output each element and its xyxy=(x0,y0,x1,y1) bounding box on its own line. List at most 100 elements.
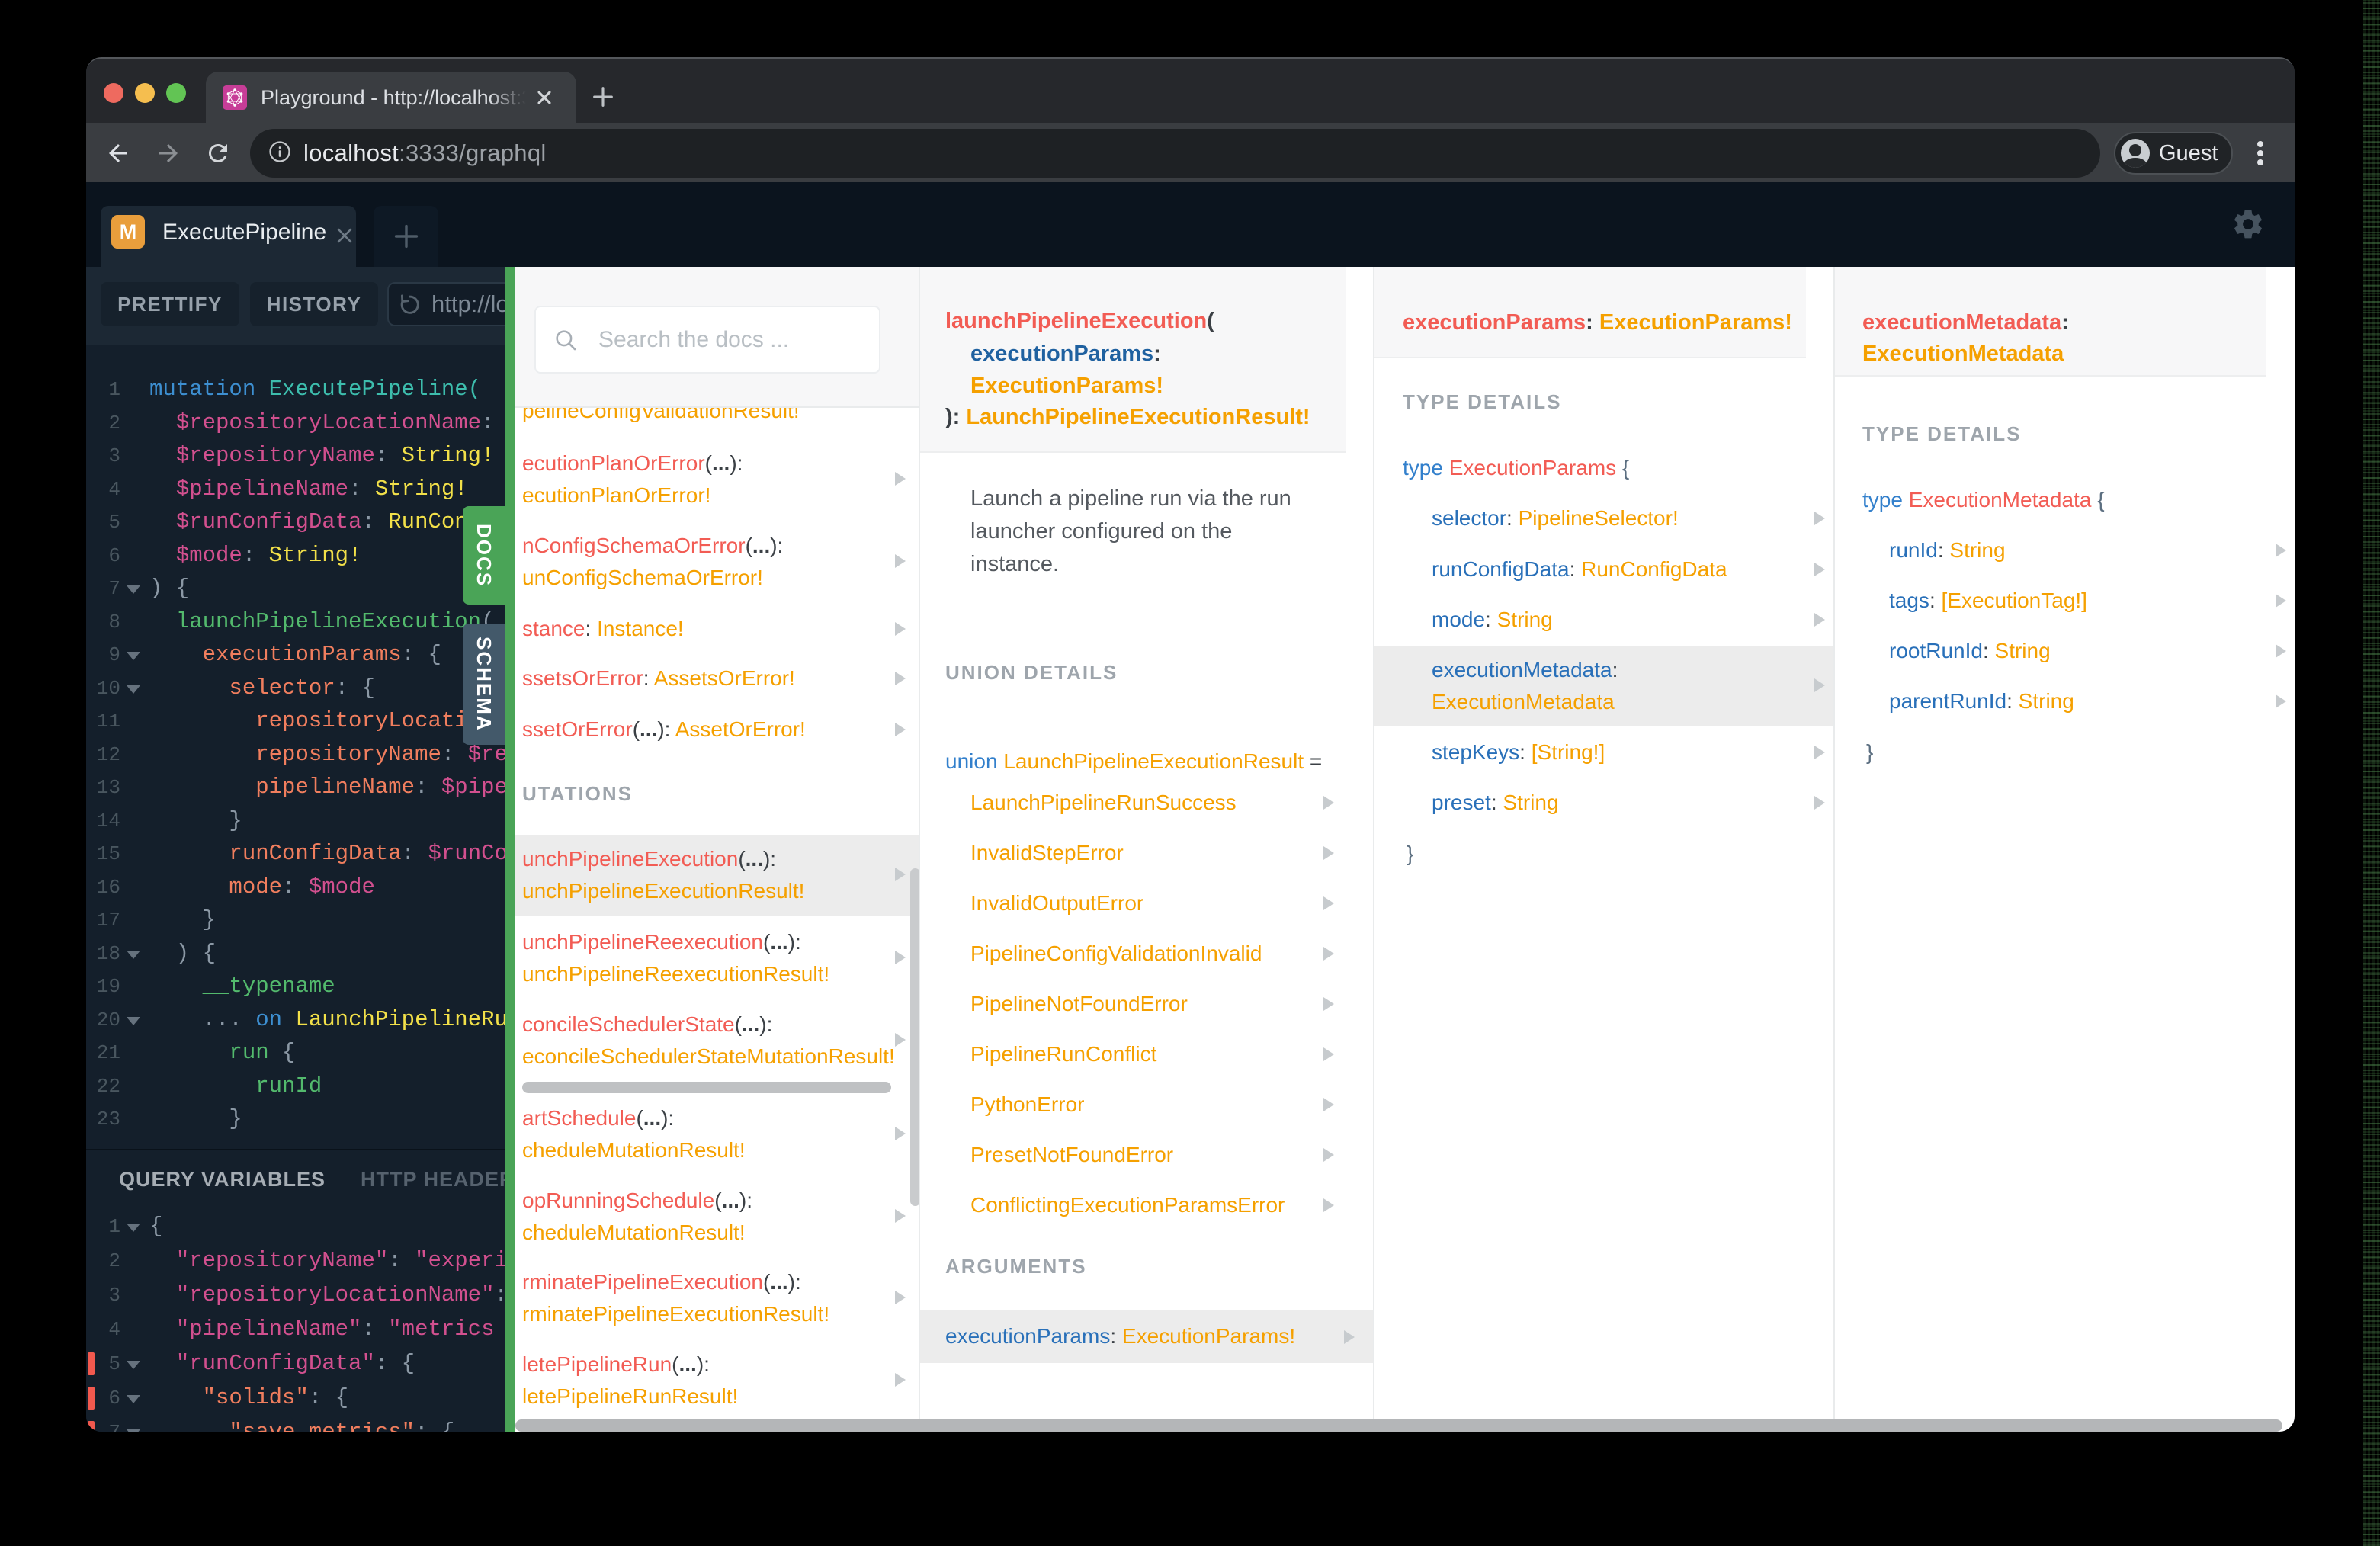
union-member-InvalidOutputError[interactable]: InvalidOutputError xyxy=(920,887,1373,919)
browser-tab[interactable]: Playground - http://localhost:3 xyxy=(206,72,576,123)
type-field-row[interactable]: preset: String xyxy=(1374,778,1833,827)
editor-line[interactable]: 3 "repositoryLocationName": xyxy=(86,1278,505,1312)
tab-query-variables[interactable]: QUERY VARIABLES xyxy=(119,1150,326,1205)
fold-arrow-icon[interactable] xyxy=(127,1016,140,1025)
editor-line[interactable]: 21 run { xyxy=(86,1036,505,1070)
docs-item-assetsOrError[interactable]: ssetsOrError: AssetsOrError! xyxy=(515,654,919,703)
variables-code-area[interactable]: 1{2 "repositoryName": "experi 3 "reposito… xyxy=(86,1204,505,1432)
union-member-PythonError[interactable]: PythonError xyxy=(920,1089,1373,1121)
type-field-row[interactable]: rootRunId: String xyxy=(1835,627,2295,675)
editor-line[interactable]: 6 $mode: String! xyxy=(86,539,505,573)
docs-horizontal-scrollbar[interactable] xyxy=(515,1419,2282,1432)
type-field-row[interactable]: tags: [ExecutionTag!] xyxy=(1835,576,2295,625)
traffic-light-minimize-icon[interactable] xyxy=(135,83,155,103)
editor-line[interactable]: 8 launchPipelineExecution( xyxy=(86,605,505,639)
editor-line[interactable]: 19 __typename xyxy=(86,970,505,1003)
editor-line[interactable]: 4 $pipelineName: String! xyxy=(86,473,505,506)
editor-line[interactable]: 10 selector: { xyxy=(86,672,505,705)
editor-line[interactable]: 15 runConfigData: $runConfigData xyxy=(86,837,505,871)
editor-line[interactable]: 6 "solids": { xyxy=(86,1381,505,1415)
type-field-row[interactable]: parentRunId: String xyxy=(1835,677,2295,726)
type-field-row[interactable]: runId: String xyxy=(1835,526,2295,575)
fold-arrow-icon[interactable] xyxy=(127,950,140,959)
back-button[interactable] xyxy=(99,123,137,182)
type-field-row[interactable]: mode: String xyxy=(1374,595,1833,644)
editor-line[interactable]: 7) { xyxy=(86,572,505,605)
docs-item-launchPipelineExecution[interactable]: unchPipelineExecution(...): unchPipelineE… xyxy=(515,835,919,916)
editor-line[interactable]: 18 ) { xyxy=(86,937,505,970)
session-close-icon[interactable] xyxy=(333,224,356,247)
editor-line[interactable]: 3 $repositoryName: String! xyxy=(86,439,505,473)
editor-line[interactable]: 11 repositoryLocationName: $repositoryLo… xyxy=(86,704,505,738)
editor-line[interactable]: 2 $repositoryLocationName: xyxy=(86,406,505,440)
editor-line[interactable]: 2 "repositoryName": "experi xyxy=(86,1244,505,1278)
docs-item-deletePipelineRun[interactable]: letePipelineRun(...): letePipelineRunResu… xyxy=(515,1340,919,1421)
type-field-row[interactable]: executionMetadata: ExecutionMetadata xyxy=(1374,646,1833,726)
editor-line[interactable]: 14 } xyxy=(86,804,505,838)
new-tab-button[interactable] xyxy=(585,79,621,114)
browser-menu-icon[interactable] xyxy=(2251,135,2269,172)
fold-arrow-icon[interactable] xyxy=(127,1224,140,1232)
tab-http-headers[interactable]: HTTP HEADERS xyxy=(361,1150,505,1205)
traffic-light-zoom-icon[interactable] xyxy=(166,83,186,103)
editor-line[interactable]: 4 "pipelineName": "metrics xyxy=(86,1313,505,1346)
site-info-icon[interactable] xyxy=(268,140,291,167)
type-field-row[interactable]: selector: PipelineSelector! xyxy=(1374,494,1833,543)
docs-item-instance[interactable]: stance: Instance! xyxy=(515,605,919,653)
argument-row-executionParams[interactable]: executionParams: ExecutionParams! xyxy=(920,1310,1373,1363)
fold-arrow-icon[interactable] xyxy=(127,685,140,694)
column-vertical-scrollbar[interactable] xyxy=(910,868,919,1206)
editor-line[interactable]: 13 pipelineName: $pipelineName xyxy=(86,771,505,804)
type-field-row[interactable]: stepKeys: [String!] xyxy=(1374,728,1833,777)
prettify-button[interactable]: PRETTIFY xyxy=(101,282,239,326)
docs-item-startSchedule[interactable]: artSchedule(...): cheduleMutationResult! xyxy=(515,1094,919,1175)
docs-item-terminatePipelineExecution[interactable]: rminatePipelineExecution(...): rminatePip… xyxy=(515,1258,919,1339)
fold-arrow-icon[interactable] xyxy=(127,585,140,594)
editor-line[interactable]: 22 runId xyxy=(86,1070,505,1103)
union-member-InvalidStepError[interactable]: InvalidStepError xyxy=(920,837,1373,869)
editor-line[interactable]: 9 executionParams: { xyxy=(86,638,505,672)
docs-item-launchPipelineReexecution[interactable]: unchPipelineReexecution(...): unchPipelin… xyxy=(515,918,919,999)
traffic-light-close-icon[interactable] xyxy=(104,83,123,103)
fold-arrow-icon[interactable] xyxy=(127,1429,140,1432)
union-member-ConflictingExecutionParamsError[interactable]: ConflictingExecutionParamsError xyxy=(920,1189,1373,1221)
column-horizontal-scrollbar[interactable] xyxy=(522,1082,891,1093)
editor-line[interactable]: 20 ... on LaunchPipelineRunSuccess { xyxy=(86,1003,505,1037)
type-field-row[interactable]: runConfigData: RunConfigData xyxy=(1374,545,1833,594)
docs-item-stopRunningSchedule[interactable]: opRunningSchedule(...): cheduleMutationRe… xyxy=(515,1176,919,1257)
docs-item-assetOrError[interactable]: ssetOrError(...): AssetOrError! xyxy=(515,705,919,754)
docs-item-reconcileSchedulerState[interactable]: concileSchedulerState(...): econcileSched… xyxy=(515,1000,919,1081)
editor-line[interactable]: 7 "save_metrics": { xyxy=(86,1416,505,1432)
schema-side-tab[interactable]: SCHEMA xyxy=(463,624,505,745)
docs-search-input[interactable]: Search the docs ... xyxy=(534,306,880,374)
fold-arrow-icon[interactable] xyxy=(127,1395,140,1403)
union-member-PipelineConfigValidationInvalid[interactable]: PipelineConfigValidationInvalid xyxy=(920,938,1373,970)
union-member-LaunchPipelineRunSuccess[interactable]: LaunchPipelineRunSuccess xyxy=(920,787,1373,819)
editor-line[interactable]: 23 } xyxy=(86,1102,505,1136)
settings-gear-icon[interactable] xyxy=(2231,207,2266,242)
fold-arrow-icon[interactable] xyxy=(127,652,140,660)
editor-line[interactable]: 12 repositoryName: $repositoryName xyxy=(86,738,505,771)
editor-line[interactable]: 5 $runConfigData: RunConfigData xyxy=(86,505,505,539)
editor-line[interactable]: 17 } xyxy=(86,903,505,937)
editor-line[interactable]: 5 "runConfigData": { xyxy=(86,1347,505,1381)
docs-item-executionPlanOrError[interactable]: ecutionPlanOrError(...): ecutionPlanOrErr… xyxy=(515,439,919,520)
editor-line[interactable]: 16 mode: $mode xyxy=(86,871,505,904)
reload-button[interactable] xyxy=(199,123,237,182)
union-member-PipelineRunConflict[interactable]: PipelineRunConflict xyxy=(920,1038,1373,1070)
new-session-button[interactable] xyxy=(374,206,438,267)
endpoint-input[interactable]: http://loc xyxy=(387,282,505,326)
forward-button[interactable] xyxy=(149,123,188,182)
session-tab[interactable]: M ExecutePipeline xyxy=(101,206,356,267)
editor-line[interactable]: 1{ xyxy=(86,1210,505,1243)
fold-arrow-icon[interactable] xyxy=(127,1361,140,1369)
profile-chip[interactable]: Guest xyxy=(2114,132,2233,175)
docs-item-runConfigSchemaOrError[interactable]: nConfigSchemaOrError(...): unConfigSchema… xyxy=(515,521,919,602)
address-bar[interactable]: localhost:3333/graphql xyxy=(250,129,2100,178)
union-member-PresetNotFoundError[interactable]: PresetNotFoundError xyxy=(920,1139,1373,1171)
tab-close-icon[interactable] xyxy=(534,87,555,108)
docs-resize-handle[interactable] xyxy=(505,267,515,1432)
union-member-PipelineNotFoundError[interactable]: PipelineNotFoundError xyxy=(920,988,1373,1020)
editor-line[interactable]: 1 mutation ExecutePipeline( xyxy=(86,373,505,406)
docs-side-tab[interactable]: DOCS xyxy=(463,506,505,605)
